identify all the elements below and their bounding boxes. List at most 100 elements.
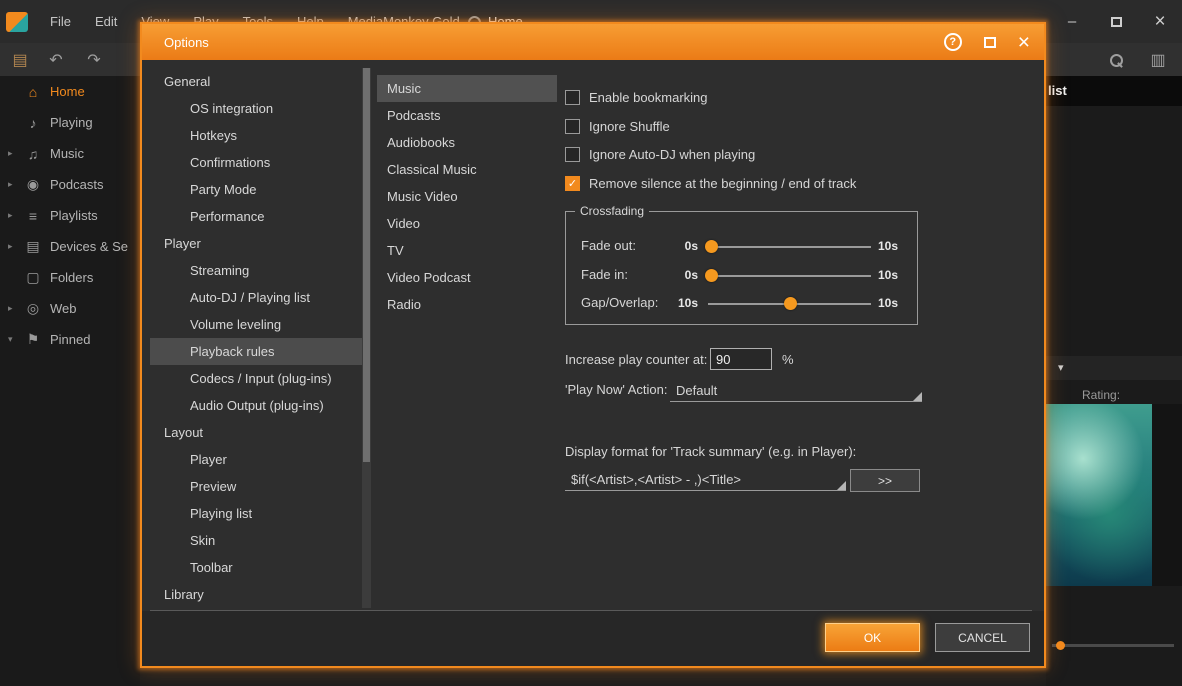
checkbox-icon[interactable] [565,147,580,162]
sidebar-item-pinned[interactable]: Pinned [0,324,140,355]
sidebar-item-podcasts[interactable]: Podcasts [0,169,140,200]
sidebar-label: Playing [50,115,93,130]
toolbar-search-button[interactable] [1102,43,1130,76]
media-type-classical-music[interactable]: Classical Music [377,156,557,183]
volume-slider[interactable] [1052,644,1174,647]
tree-item-playing-list[interactable]: Playing list [150,500,362,527]
crossfading-group: Crossfading Fade out: 0s 10s Fade in: 0s… [565,211,918,325]
checkbox-icon[interactable] [565,119,580,134]
tree-item-player[interactable]: Player [150,230,362,257]
sidebar-label: Podcasts [50,177,103,192]
tree-item-performance[interactable]: Performance [150,203,362,230]
media-type-tv[interactable]: TV [377,237,557,264]
album-art [1046,404,1152,586]
display-format-label: Display format for 'Track summary' (e.g.… [565,444,856,459]
panel-toggle-icon[interactable] [6,43,34,76]
media-type-music[interactable]: Music [377,75,557,102]
play-now-dropdown[interactable]: Default [670,380,922,402]
play-counter-label: Increase play counter at: [565,352,707,367]
redo-icon[interactable] [80,43,108,76]
sidebar-item-playlists[interactable]: Playlists [0,200,140,231]
checkbox-label: Remove silence at the beginning / end of… [589,176,856,191]
volume-slider-thumb[interactable] [1056,641,1065,650]
media-type-video[interactable]: Video [377,210,557,237]
gap-overlap-slider[interactable] [708,303,871,305]
tree-item-volume-leveling[interactable]: Volume leveling [150,311,362,338]
tree-item-toolbar[interactable]: Toolbar [150,554,362,581]
tree-item-playback-rules[interactable]: Playback rules [150,338,362,365]
dialog-close-icon[interactable] [1018,32,1030,53]
panel-collapse-bar[interactable] [1046,356,1182,380]
fade-out-slider[interactable] [708,246,871,248]
media-type-podcasts[interactable]: Podcasts [377,102,557,129]
tree-item-layout[interactable]: Layout [150,419,362,446]
tree-item-streaming[interactable]: Streaming [150,257,362,284]
tree-scrollbar[interactable] [362,68,371,608]
tree-item-confirmations[interactable]: Confirmations [150,149,362,176]
menu-edit[interactable]: Edit [83,0,129,43]
display-format-expand-button[interactable]: >> [850,469,920,492]
tree-item-library[interactable]: Library [150,581,362,608]
sidebar-item-folders[interactable]: Folders [0,262,140,293]
tree-item-layout-player[interactable]: Player [150,446,362,473]
expand-chevron-icon[interactable] [8,179,22,190]
checkbox-ignore-shuffle[interactable]: Ignore Shuffle [565,118,670,135]
tree-item-skin[interactable]: Skin [150,527,362,554]
app-sidebar: Home Playing Music Podcasts Playlists De… [0,76,140,686]
checkbox-enable-bookmarking[interactable]: Enable bookmarking [565,89,708,106]
sidebar-label: Music [50,146,84,161]
sidebar-label: Home [50,84,85,99]
headphones-icon [22,146,44,162]
display-format-combo[interactable]: $if(<Artist>,<Artist> - ,)<Title> [565,469,846,491]
tree-item-autodj[interactable]: Auto-DJ / Playing list [150,284,362,311]
expand-chevron-icon[interactable] [8,148,22,159]
media-type-music-video[interactable]: Music Video [377,183,557,210]
ok-button[interactable]: OK [825,623,920,652]
media-type-audiobooks[interactable]: Audiobooks [377,129,557,156]
fade-in-label: Fade in: [581,267,628,282]
expand-chevron-icon[interactable] [8,241,22,252]
checkbox-remove-silence[interactable]: Remove silence at the beginning / end of… [565,175,856,192]
tree-scrollbar-thumb[interactable] [363,68,370,462]
play-counter-input[interactable] [710,348,772,370]
checkbox-checked-icon[interactable] [565,176,580,191]
fade-out-min: 0s [646,239,698,253]
podcast-icon [22,176,44,193]
dialog-titlebar-buttons [944,24,1030,60]
app-logo-icon [6,12,28,32]
sidebar-item-web[interactable]: Web [0,293,140,324]
sidebar-item-devices[interactable]: Devices & Se [0,231,140,262]
tree-item-audio-output[interactable]: Audio Output (plug-ins) [150,392,362,419]
playlist-icon [22,208,44,224]
tree-item-party-mode[interactable]: Party Mode [150,176,362,203]
tree-item-codecs[interactable]: Codecs / Input (plug-ins) [150,365,362,392]
expand-chevron-icon[interactable] [8,303,22,314]
help-icon[interactable] [944,33,962,51]
maximize-button[interactable] [1094,0,1138,43]
sidebar-item-music[interactable]: Music [0,138,140,169]
layout-columns-icon[interactable] [1144,43,1172,76]
sidebar-item-home[interactable]: Home [0,76,140,107]
close-button[interactable] [1138,0,1182,43]
dialog-maximize-icon[interactable] [984,37,996,48]
media-type-video-podcast[interactable]: Video Podcast [377,264,557,291]
checkbox-icon[interactable] [565,90,580,105]
collapse-chevron-icon[interactable] [8,334,22,345]
fade-in-slider[interactable] [708,275,871,277]
menu-file[interactable]: File [38,0,83,43]
gap-overlap-slider-thumb[interactable] [784,297,797,310]
expand-chevron-icon[interactable] [8,210,22,221]
fade-in-slider-thumb[interactable] [705,269,718,282]
sidebar-item-playing[interactable]: Playing [0,107,140,138]
tree-item-hotkeys[interactable]: Hotkeys [150,122,362,149]
fade-out-slider-thumb[interactable] [705,240,718,253]
checkbox-ignore-autodj[interactable]: Ignore Auto-DJ when playing [565,146,755,163]
minimize-button[interactable] [1050,0,1094,43]
tree-item-os-integration[interactable]: OS integration [150,95,362,122]
media-type-radio[interactable]: Radio [377,291,557,318]
cancel-button[interactable]: CANCEL [935,623,1030,652]
globe-icon [22,300,44,317]
tree-item-general[interactable]: General [150,68,362,95]
undo-icon[interactable] [42,43,70,76]
tree-item-preview[interactable]: Preview [150,473,362,500]
